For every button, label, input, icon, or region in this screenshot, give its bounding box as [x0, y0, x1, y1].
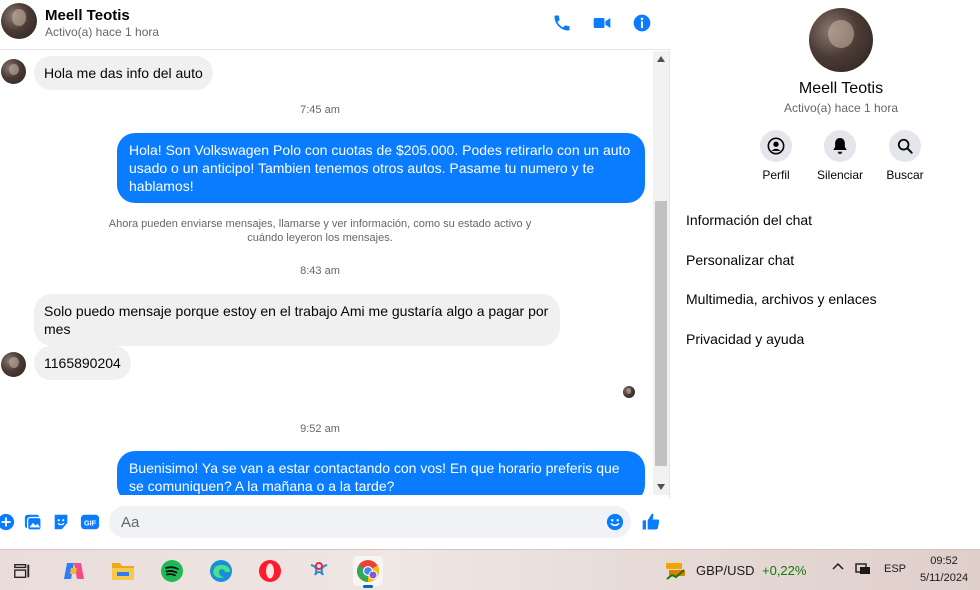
panel-contact-status: Activo(a) hace 1 hora — [783, 101, 899, 115]
clock-date[interactable]: 5/11/2024 — [912, 572, 976, 584]
ticker-change[interactable]: +0,22% — [762, 563, 806, 578]
info-icon[interactable] — [631, 12, 653, 34]
timestamp: 8:43 am — [300, 265, 340, 277]
image-icon[interactable] — [23, 512, 43, 532]
message-outgoing[interactable]: Hola! Son Volkswagen Polo con cuotas de … — [117, 133, 645, 203]
language-indicator[interactable]: ESP — [884, 563, 906, 575]
edge-browser-icon[interactable] — [206, 556, 236, 586]
message-avatar — [1, 59, 26, 84]
svg-text:GIF: GIF — [84, 519, 97, 528]
search-label: Buscar — [886, 168, 924, 182]
scroll-up-arrow-icon[interactable] — [653, 51, 669, 67]
stock-chart-icon[interactable] — [660, 556, 692, 586]
plus-icon[interactable] — [0, 512, 16, 532]
sticker-icon[interactable] — [51, 512, 71, 532]
phone-call-icon[interactable] — [551, 12, 573, 34]
menu-customize-chat[interactable]: Personalizar chat — [686, 252, 794, 268]
message-outgoing[interactable]: Buenisimo! Ya se van a estar contactando… — [117, 451, 645, 495]
contact-status: Activo(a) hace 1 hora — [45, 25, 160, 39]
network-icon[interactable] — [855, 561, 873, 578]
video-call-icon[interactable] — [591, 12, 613, 34]
profile-label: Perfil — [762, 168, 790, 182]
profile-button[interactable]: Perfil — [741, 130, 811, 182]
seen-receipt-avatar — [623, 386, 635, 398]
mute-label: Silenciar — [816, 168, 864, 182]
gif-icon[interactable]: GIF — [79, 512, 101, 532]
message-incoming[interactable]: Hola me das info del auto — [34, 56, 213, 90]
message-input[interactable] — [109, 506, 631, 538]
windows-taskbar: GBP/USD +0,22% ESP 09:52 5/11/2024 — [0, 549, 980, 590]
contact-avatar[interactable] — [1, 3, 37, 39]
message-composer: GIF — [0, 498, 670, 548]
task-view-icon[interactable] — [7, 556, 37, 586]
message-incoming[interactable]: 1165890204 — [34, 346, 131, 380]
message-scrollbar[interactable] — [653, 51, 669, 495]
message-list[interactable]: Hola me das info del auto 7:45 am Hola! … — [0, 51, 653, 495]
chrome-browser-icon[interactable] — [353, 556, 383, 588]
timestamp: 7:45 am — [300, 104, 340, 116]
profile-icon — [760, 130, 792, 162]
contact-name[interactable]: Meell Teotis — [45, 7, 130, 24]
panel-contact-avatar[interactable] — [809, 8, 873, 72]
system-message: Ahora pueden enviarse mensajes, llamarse… — [108, 218, 532, 244]
scroll-down-arrow-icon[interactable] — [653, 479, 669, 495]
opera-browser-icon[interactable] — [255, 556, 285, 586]
like-thumb-icon[interactable] — [640, 511, 662, 533]
search-button[interactable]: Buscar — [870, 130, 940, 182]
file-explorer-icon[interactable] — [108, 556, 138, 586]
scrollbar-thumb[interactable] — [655, 201, 667, 466]
copilot-icon[interactable] — [59, 556, 89, 586]
menu-chat-info[interactable]: Información del chat — [686, 212, 812, 228]
search-icon — [889, 130, 921, 162]
bell-icon — [824, 130, 856, 162]
mute-button[interactable]: Silenciar — [805, 130, 875, 182]
emoji-icon[interactable] — [605, 512, 625, 532]
panel-contact-name: Meell Teotis — [798, 80, 884, 97]
tray-overflow-chevron-icon[interactable] — [832, 561, 844, 574]
chat-info-panel: Meell Teotis Activo(a) hace 1 hora Perfi… — [671, 0, 980, 549]
message-avatar — [1, 352, 26, 377]
menu-media-files-links[interactable]: Multimedia, archivos y enlaces — [686, 291, 877, 307]
ticker-symbol[interactable]: GBP/USD — [696, 563, 755, 578]
menu-privacy-help[interactable]: Privacidad y ayuda — [686, 331, 804, 347]
spotify-icon[interactable] — [157, 556, 187, 586]
chat-header: Meell Teotis Activo(a) hace 1 hora — [0, 0, 670, 50]
clock-time[interactable]: 09:52 — [918, 555, 970, 567]
timestamp: 9:52 am — [300, 423, 340, 435]
app-logo-icon[interactable] — [304, 556, 334, 586]
message-incoming[interactable]: Solo puedo mensaje porque estoy en el tr… — [34, 294, 560, 346]
chat-window: Meell Teotis Activo(a) hace 1 hora Hola … — [0, 0, 670, 549]
